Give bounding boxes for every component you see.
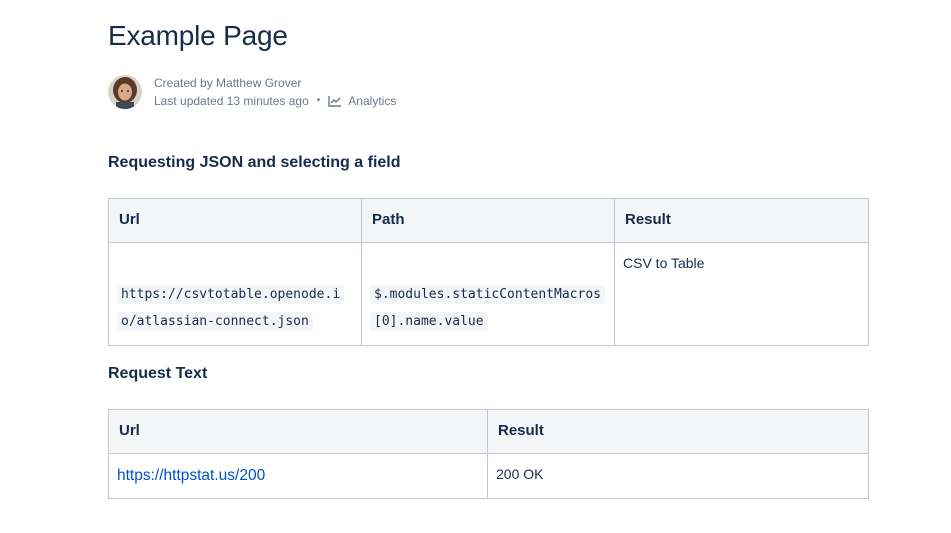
table-row: https://httpstat.us/200 200 OK [108, 453, 869, 499]
cell-path: $.modules.staticContentMacros[0].name.va… [361, 242, 615, 346]
text-table: Url Result https://httpstat.us/200 200 O… [108, 409, 869, 499]
analytics-label: Analytics [348, 94, 397, 108]
path-code: $.modules.staticContentMacros[0].name.va… [370, 285, 605, 331]
json-table: Url Path Result https://csvtotable.openo… [108, 198, 869, 346]
page-title: Example Page [108, 20, 288, 51]
column-header-result[interactable]: Result [487, 409, 869, 454]
table-row: https://csvtotable.openode.io/atlassian-… [108, 242, 869, 346]
url-link[interactable]: https://httpstat.us/200 [117, 467, 265, 484]
cell-result: CSV to Table [614, 242, 869, 346]
result-text: CSV to Table [623, 255, 705, 271]
table-header-row: Url Result [108, 409, 869, 454]
byline: Created by Matthew Grover Last updated 1… [108, 74, 396, 110]
byline-meta: Created by Matthew Grover Last updated 1… [154, 74, 396, 110]
column-header-url[interactable]: Url [108, 198, 362, 243]
created-by-text[interactable]: Created by Matthew Grover [154, 74, 301, 92]
cell-url: https://csvtotable.openode.io/atlassian-… [108, 242, 362, 346]
section-heading-json: Requesting JSON and selecting a field [108, 154, 401, 171]
result-text: 200 OK [496, 466, 544, 482]
avatar[interactable] [108, 75, 142, 109]
url-code: https://csvtotable.openode.io/atlassian-… [117, 285, 345, 331]
last-updated-text[interactable]: Last updated 13 minutes ago [154, 92, 309, 110]
cell-url: https://httpstat.us/200 [108, 453, 488, 499]
separator-dot: • [316, 95, 321, 106]
column-header-url[interactable]: Url [108, 409, 488, 454]
column-header-result[interactable]: Result [614, 198, 869, 243]
chart-line-icon [328, 95, 342, 107]
table-header-row: Url Path Result [108, 198, 869, 243]
column-header-path[interactable]: Path [361, 198, 615, 243]
section-heading-text: Request Text [108, 365, 208, 382]
analytics-link[interactable]: Analytics [328, 92, 396, 110]
cell-result: 200 OK [487, 453, 869, 499]
